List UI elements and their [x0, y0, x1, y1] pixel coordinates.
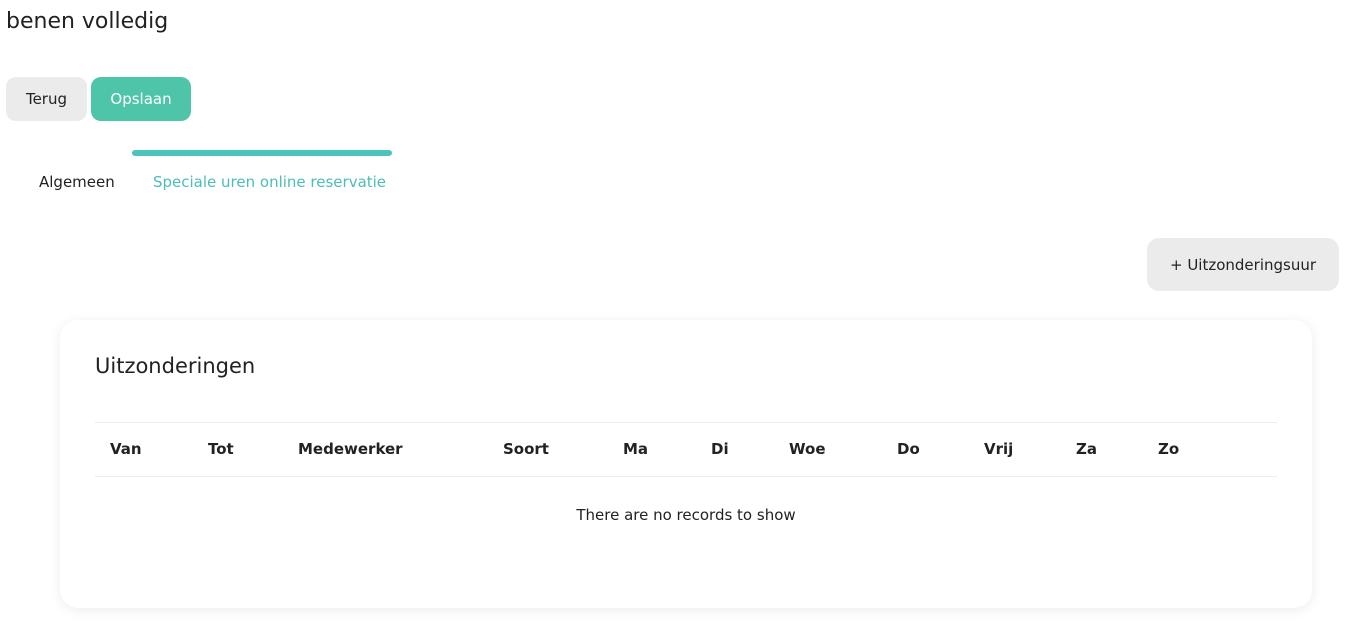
exceptions-card: Uitzonderingen Van Tot Medewerker Soort … — [60, 320, 1312, 608]
tab-algemeen[interactable]: Algemeen — [39, 170, 115, 194]
card-title: Uitzonderingen — [95, 354, 256, 378]
column-header-soort[interactable]: Soort — [503, 423, 549, 476]
column-header-di[interactable]: Di — [711, 423, 729, 476]
add-exception-button[interactable]: + Uitzonderingsuur — [1147, 238, 1339, 291]
active-tab-indicator — [132, 150, 392, 156]
table-header: Van Tot Medewerker Soort Ma Di Woe Do Vr… — [95, 422, 1277, 477]
back-button[interactable]: Terug — [6, 77, 87, 121]
column-header-tot[interactable]: Tot — [208, 423, 234, 476]
tab-speciale-uren[interactable]: Speciale uren online reservatie — [153, 170, 386, 194]
column-header-ma[interactable]: Ma — [623, 423, 648, 476]
column-header-do[interactable]: Do — [897, 423, 920, 476]
column-header-woe[interactable]: Woe — [789, 423, 826, 476]
column-header-za[interactable]: Za — [1076, 423, 1097, 476]
empty-table-message: There are no records to show — [576, 506, 796, 524]
page-title: benen volledig — [6, 9, 169, 34]
column-header-van[interactable]: Van — [110, 423, 142, 476]
save-button[interactable]: Opslaan — [91, 77, 191, 121]
column-header-vrij[interactable]: Vrij — [984, 423, 1013, 476]
column-header-zo[interactable]: Zo — [1158, 423, 1179, 476]
column-header-medewerker[interactable]: Medewerker — [298, 423, 403, 476]
page: benen volledig Terug Opslaan Algemeen Sp… — [0, 0, 1362, 634]
